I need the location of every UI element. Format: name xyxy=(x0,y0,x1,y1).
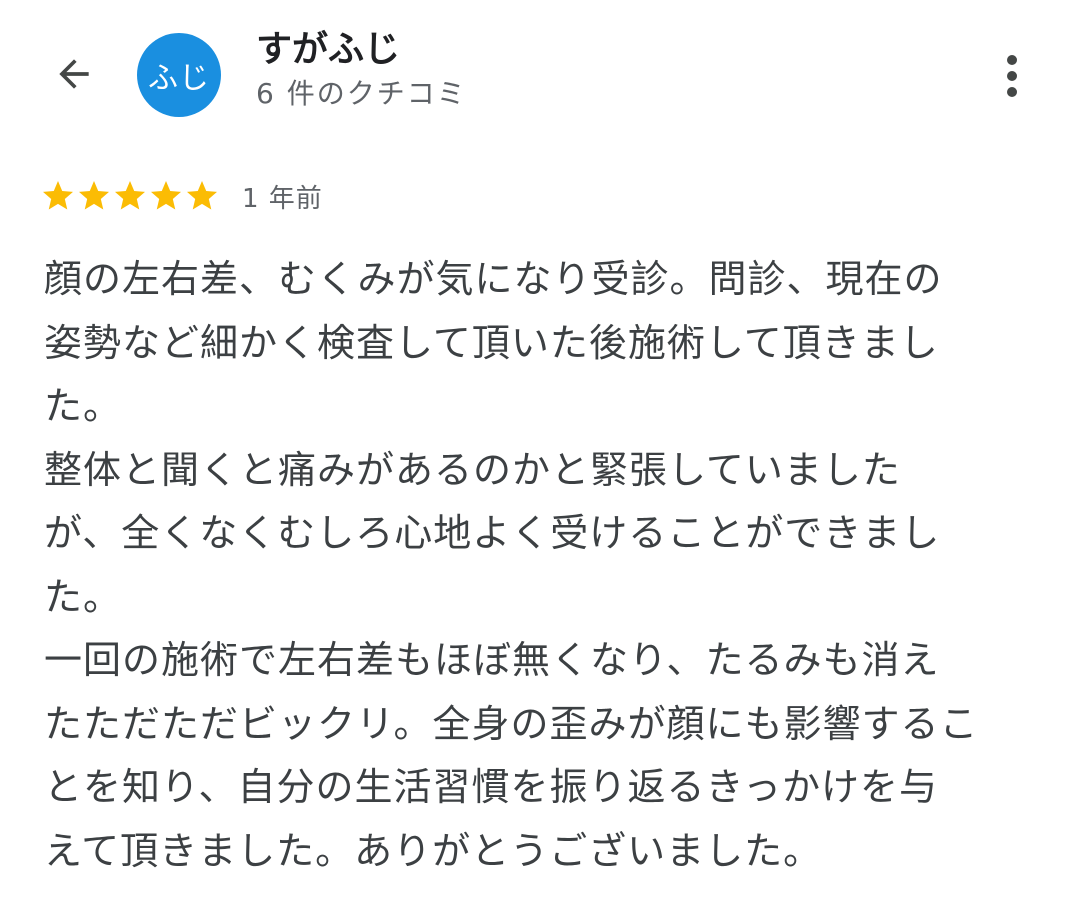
review-text: 顔の左右差、むくみが気になり受診。問診、現在の 姿勢など細かく検査して頂いた後施術… xyxy=(44,248,1044,883)
review-text-line: たただただビックリ。全身の歪みが顔にも影響するこ xyxy=(44,701,979,746)
star-icon xyxy=(115,181,145,210)
back-button[interactable] xyxy=(44,44,104,104)
star-icon xyxy=(43,181,73,210)
review-text-line: た。 xyxy=(44,384,123,428)
review-text-line: 姿勢など細かく検査して頂いた後施術して頂きまし xyxy=(44,320,939,365)
arrow-back-icon xyxy=(59,59,89,89)
star-icon xyxy=(187,181,217,210)
rating-row: 1 年前 xyxy=(40,176,323,216)
review-text-line: 顔の左右差、むくみが気になり受診。問診、現在の xyxy=(44,257,943,301)
star-icon xyxy=(151,181,181,210)
avatar[interactable]: ふじ xyxy=(137,33,221,117)
more-vert-icon xyxy=(1007,55,1017,97)
star-rating xyxy=(40,178,220,214)
review-date: 1 年前 xyxy=(242,183,323,214)
app-header: ふじ すがふじ 6 件のクチコミ xyxy=(0,0,1084,150)
review-text-line: が、全くなくむしろ心地よく受けることができまし xyxy=(44,511,941,555)
review-text-line: た。 xyxy=(44,574,123,619)
review-text-line: とを知り、自分の生活習慣を振り返るきっかけを与 xyxy=(44,765,938,809)
review-text-line: 整体と聞くと痛みがあるのかと緊張していました xyxy=(44,447,901,492)
avatar-initials: ふじ xyxy=(148,61,210,96)
reviewer-name[interactable]: すがふじ xyxy=(256,26,400,74)
review-text-line: 一回の施術で左右差もほぼ無くなり、たるみも消え xyxy=(44,638,940,682)
review-count: 6 件のクチコミ xyxy=(256,77,467,110)
star-icon xyxy=(79,181,109,210)
more-options-button[interactable] xyxy=(990,50,1034,102)
review-text-line: えて頂きました。ありがとうございました。 xyxy=(44,828,823,873)
